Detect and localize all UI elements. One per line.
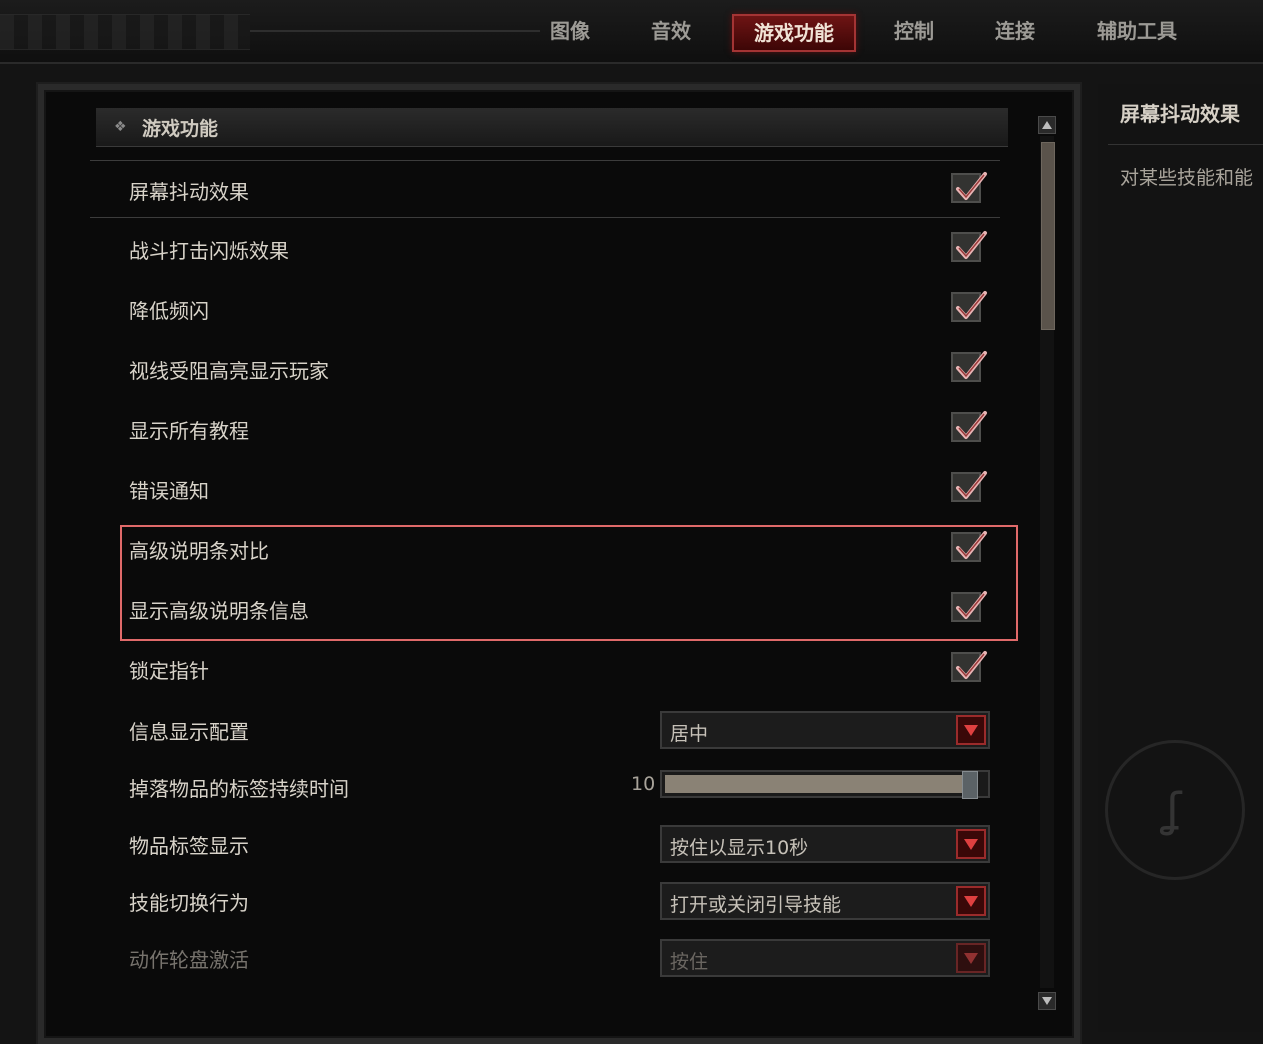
scroll-down-button[interactable] (1038, 992, 1056, 1010)
setting-label: 屏幕抖动效果 (129, 180, 249, 204)
setting-label: 视线受阻高亮显示玩家 (129, 359, 329, 383)
divider (1108, 144, 1263, 145)
checkbox-show-all-tutorials[interactable] (951, 411, 987, 442)
dropdown-button[interactable] (956, 943, 986, 973)
tab-social[interactable]: 连接 (983, 14, 1047, 48)
description-panel (1098, 84, 1263, 1032)
dropdown-value: 按住以显示10秒 (670, 837, 809, 859)
setting-label: 高级说明条对比 (129, 539, 269, 563)
setting-row-item-label-display[interactable]: 物品标签显示 按住以显示10秒 (90, 815, 1000, 871)
tab-accessibility[interactable]: 辅助工具 (1085, 14, 1189, 48)
checkbox-reduce-flashing[interactable] (951, 291, 987, 322)
checkbox-occluded-player-highlight[interactable] (951, 351, 987, 382)
chevron-down-icon (964, 839, 978, 850)
tab-graphics[interactable]: 图像 (538, 14, 602, 48)
section-title: 游戏功能 (142, 118, 219, 140)
setting-row-show-all-tutorials[interactable]: 显示所有教程 (90, 400, 1000, 456)
chevron-down-icon (964, 896, 978, 907)
chevron-down-icon (964, 725, 978, 736)
checkmark-icon (956, 591, 987, 619)
setting-label: 技能切换行为 (129, 891, 249, 915)
scroll-up-button[interactable] (1038, 116, 1056, 134)
description-text: 对某些技能和能 (1120, 167, 1254, 189)
checkmark-icon (956, 231, 987, 259)
emblem-icon: ʆ (1166, 783, 1182, 837)
checkbox-combat-flash[interactable] (951, 231, 987, 262)
setting-row-reduce-flashing[interactable]: 降低频闪 (90, 280, 1000, 336)
arrow-up-icon (1042, 121, 1052, 129)
dropdown-value: 打开或关闭引导技能 (670, 894, 842, 916)
checkbox-advanced-tooltip-info[interactable] (951, 591, 987, 622)
setting-label: 动作轮盘激活 (129, 948, 249, 972)
header-ornament (0, 14, 250, 50)
section-header: ❖ 游戏功能 (96, 108, 1008, 147)
slider-item-label-duration[interactable] (660, 770, 990, 799)
setting-label: 锁定指针 (129, 659, 209, 683)
setting-label: 信息显示配置 (129, 720, 249, 744)
top-nav-bar: 图像 音效 游戏功能 控制 连接 辅助工具 (0, 0, 1263, 64)
setting-row-advanced-tooltip-info[interactable]: 显示高级说明条信息 (90, 580, 1000, 636)
setting-row-advanced-tooltip-compare[interactable]: 高级说明条对比 (90, 520, 1000, 576)
slider-fill (665, 775, 962, 793)
slider-thumb[interactable] (962, 771, 978, 799)
setting-label: 错误通知 (129, 479, 209, 503)
setting-row-action-wheel-activation[interactable]: 动作轮盘激活 按住 (90, 929, 1000, 985)
description-title: 屏幕抖动效果 (1120, 102, 1240, 126)
emblem-decoration: ʆ (1105, 740, 1245, 880)
dropdown-button[interactable] (956, 886, 986, 916)
setting-row-combat-flash[interactable]: 战斗打击闪烁效果 (90, 220, 1000, 276)
checkbox-screen-shake[interactable] (951, 172, 987, 203)
setting-row-lock-cursor[interactable]: 锁定指针 (90, 640, 1000, 696)
tab-audio[interactable]: 音效 (639, 14, 703, 48)
setting-label: 物品标签显示 (129, 834, 249, 858)
checkmark-icon (956, 531, 987, 559)
setting-row-skill-toggle-behavior[interactable]: 技能切换行为 打开或关闭引导技能 (90, 872, 1000, 928)
dropdown-value: 按住 (670, 951, 709, 973)
arrow-down-icon (1042, 997, 1052, 1005)
checkmark-icon (956, 471, 987, 499)
setting-label: 降低频闪 (129, 299, 209, 323)
setting-row-screen-shake[interactable]: 屏幕抖动效果 (90, 160, 1000, 218)
setting-label: 战斗打击闪烁效果 (129, 239, 289, 263)
setting-label: 掉落物品的标签持续时间 (129, 777, 349, 801)
dropdown-skill-toggle-behavior[interactable]: 打开或关闭引导技能 (660, 882, 990, 920)
dropdown-button[interactable] (956, 829, 986, 859)
tab-gameplay[interactable]: 游戏功能 (732, 14, 856, 52)
setting-row-hud-layout[interactable]: 信息显示配置 居中 (90, 701, 1000, 757)
checkbox-lock-cursor[interactable] (951, 651, 987, 682)
setting-label: 显示所有教程 (129, 419, 249, 443)
slider-value: 10 (631, 773, 656, 795)
diamond-icon: ❖ (114, 119, 127, 135)
tab-controls[interactable]: 控制 (882, 14, 946, 48)
checkmark-icon (956, 351, 987, 379)
checkmark-icon (956, 651, 987, 679)
dropdown-hud-layout[interactable]: 居中 (660, 711, 990, 749)
scrollbar-thumb[interactable] (1041, 142, 1055, 330)
header-line (250, 30, 540, 32)
dropdown-button[interactable] (956, 715, 986, 745)
checkbox-advanced-tooltip-compare[interactable] (951, 531, 987, 562)
chevron-down-icon (964, 953, 978, 964)
setting-row-error-notifications[interactable]: 错误通知 (90, 460, 1000, 516)
setting-label: 显示高级说明条信息 (129, 599, 309, 623)
dropdown-value: 居中 (670, 723, 709, 745)
checkbox-error-notifications[interactable] (951, 471, 987, 502)
setting-row-item-label-duration[interactable]: 掉落物品的标签持续时间 10 (90, 758, 1000, 814)
checkmark-icon (956, 411, 987, 439)
dropdown-action-wheel-activation[interactable]: 按住 (660, 939, 990, 977)
setting-row-occluded-player-highlight[interactable]: 视线受阻高亮显示玩家 (90, 340, 1000, 396)
checkmark-icon (956, 172, 987, 200)
dropdown-item-label-display[interactable]: 按住以显示10秒 (660, 825, 990, 863)
checkmark-icon (956, 291, 987, 319)
